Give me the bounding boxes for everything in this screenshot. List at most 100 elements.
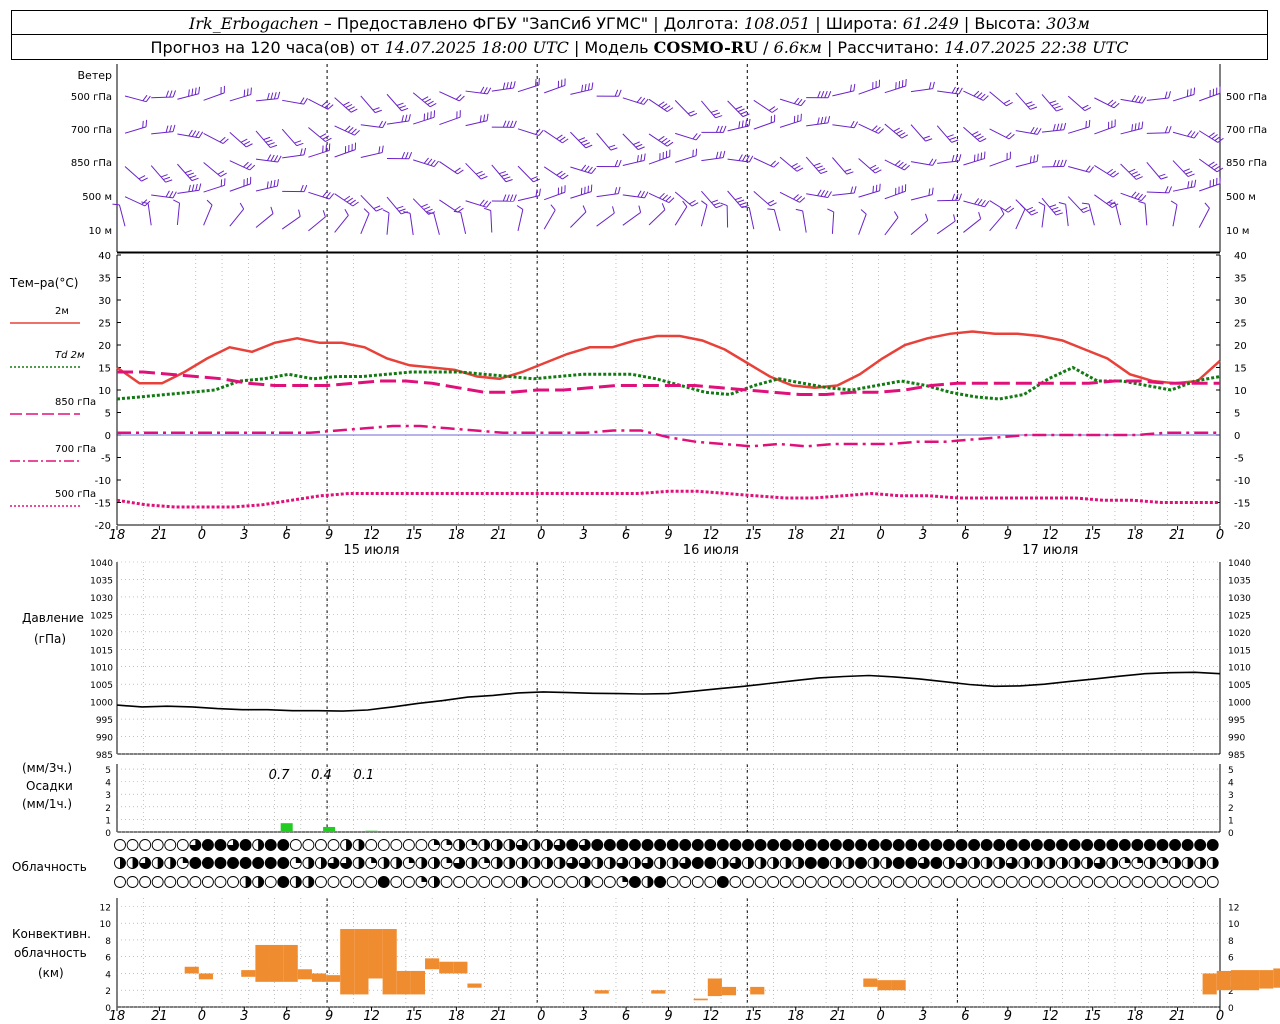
- cloud-circle: [264, 876, 277, 888]
- wind-barb-feather: [958, 87, 963, 95]
- wind-barb-feather: [638, 205, 642, 213]
- cloud-fill-partial: [534, 839, 540, 851]
- wind-barb: [1172, 204, 1178, 227]
- wind-barb-feather: [925, 138, 933, 142]
- conv-bar: [396, 970, 411, 995]
- cloud-circle: [126, 876, 139, 888]
- time-axis-bottom-tick-label: 9: [664, 1009, 672, 1024]
- cloud-fill-full: [1169, 839, 1181, 851]
- cloud-fill-partial: [471, 839, 478, 845]
- wind-barb-feather: [1031, 211, 1039, 216]
- time-axis-top-tick-label: 18: [448, 528, 465, 543]
- wind-barb-feather: [559, 136, 566, 142]
- cloud-fill-full: [1106, 839, 1118, 851]
- wind-barb: [433, 213, 440, 235]
- wind-barb-feather: [980, 199, 986, 207]
- wind-barb-feather: [665, 195, 672, 202]
- wind-barb-feather: [896, 129, 903, 135]
- wind-barb-feather: [578, 137, 586, 141]
- cloud-circle: [114, 876, 126, 888]
- wind-barb-feather: [820, 190, 826, 197]
- wind-barb-feather: [344, 125, 351, 132]
- precip-ytick-right: 3: [1228, 791, 1234, 801]
- time-axis-top-tick-label: 0: [198, 528, 206, 543]
- wind-barb-feather: [793, 97, 800, 104]
- wind-barb-feather: [457, 169, 464, 175]
- cloud-fill-full: [265, 839, 277, 851]
- wind-barb-feather: [401, 107, 409, 112]
- wind-barb-feather: [1005, 132, 1012, 138]
- cloud-fill-full: [252, 857, 264, 869]
- wind-barb-feather: [853, 121, 859, 128]
- wind-barb-feather: [1007, 207, 1015, 213]
- wind-barb-feather: [298, 209, 301, 217]
- wind-barb-feather: [817, 117, 820, 125]
- time-axis-bottom-tick-label: 6: [283, 1009, 291, 1024]
- time-axis-bottom-tick-label: 12: [703, 1009, 720, 1024]
- conv-bar: [311, 973, 327, 982]
- wind-barb: [1114, 203, 1122, 226]
- wind-level-label-left: 850 гПа: [71, 158, 112, 169]
- pressure-ytick-left: 1035: [90, 576, 113, 586]
- precip-ytick-right: 5: [1228, 766, 1234, 776]
- wind-barb-feather: [1038, 201, 1046, 207]
- wind-barb-feather: [270, 144, 278, 149]
- precip-ytick-right: 0: [1228, 829, 1234, 839]
- wind-barb-feather: [608, 144, 616, 148]
- cloud-circle: [829, 876, 842, 888]
- conv-bar: [1245, 970, 1260, 991]
- cloud-fill-partial: [584, 876, 591, 888]
- cloud-fill-full: [729, 839, 741, 851]
- cloud-fill-full: [905, 857, 917, 869]
- cloud-fill-partial: [509, 839, 515, 851]
- cloud-circle: [126, 839, 139, 851]
- wind-barb: [622, 212, 641, 226]
- wind-barb-feather: [1186, 89, 1189, 97]
- temp-ytick-left: 0: [105, 431, 111, 442]
- wind-barb-feather: [767, 208, 775, 211]
- cloud-circle: [792, 876, 805, 888]
- wind-barb-feather: [1081, 202, 1090, 205]
- cloud-circle: [1169, 876, 1181, 888]
- wind-barb-feather: [396, 205, 404, 210]
- wind-barb-feather: [741, 120, 744, 128]
- wind-barb: [1088, 203, 1095, 226]
- wind-barb-feather: [195, 130, 200, 138]
- wind-barb-feather: [516, 205, 524, 210]
- wind-barb-feather: [928, 82, 932, 90]
- precip-unit-3h: (мм/3ч.): [22, 761, 72, 775]
- time-axis-top-tick-label: 9: [1004, 528, 1012, 543]
- cloud-fill-partial: [1087, 857, 1093, 869]
- cloud-circle: [1181, 876, 1194, 888]
- cloud-fill-full: [277, 876, 289, 888]
- wind-barb-feather: [658, 135, 665, 141]
- pressure-ytick-left: 990: [96, 734, 113, 744]
- wind-barb: [409, 213, 414, 236]
- cloud-circle: [1005, 876, 1018, 888]
- wind-barb-feather: [266, 181, 269, 189]
- cloud-fill-partial: [1124, 857, 1131, 863]
- temp-ytick-right: 20: [1234, 341, 1247, 352]
- wind-barb-feather: [719, 125, 723, 133]
- wind-barb-feather: [974, 133, 982, 138]
- cloud-fill-full: [202, 857, 214, 869]
- wind-barb-feather: [1208, 132, 1215, 138]
- wind-barb-feather: [980, 152, 983, 160]
- cloud-circle: [804, 876, 817, 888]
- time-axis-top-tick-label: 15: [1084, 528, 1101, 543]
- wind-barb-feather: [872, 167, 879, 172]
- precip-ytick-left: 3: [105, 791, 111, 801]
- wind-barb-feather: [499, 170, 506, 175]
- pressure-ytick-right: 1020: [1228, 629, 1251, 639]
- time-axis-bottom-tick-label: 15: [406, 1009, 423, 1024]
- wind-barb-feather: [198, 86, 201, 94]
- wind-barb-feather: [263, 136, 271, 141]
- wind-barb-feather: [1084, 107, 1092, 112]
- wind-barb-feather: [169, 90, 173, 98]
- temp-ytick-left: 40: [98, 251, 111, 262]
- cloud-fill-partial: [358, 857, 365, 869]
- cloud-fill-full: [717, 839, 729, 851]
- cloud-circle: [855, 876, 867, 888]
- cloud-fill-full: [905, 839, 917, 851]
- cloud-fill-partial: [308, 857, 314, 869]
